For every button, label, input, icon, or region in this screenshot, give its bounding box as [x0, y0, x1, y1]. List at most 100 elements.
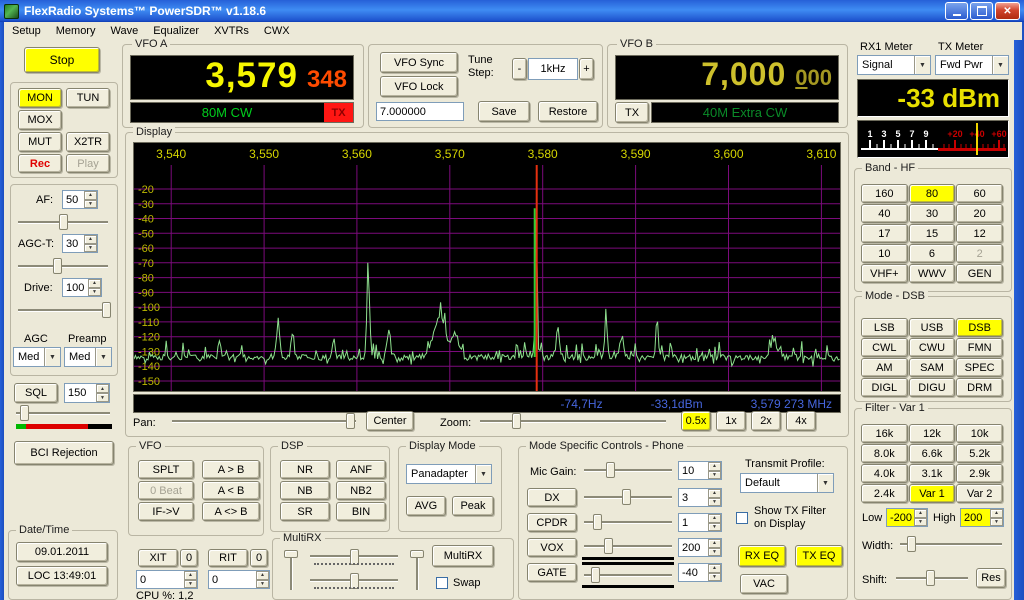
zoom-1x[interactable]: 1x	[716, 411, 746, 431]
filter-31k[interactable]: 3.1k	[908, 464, 956, 483]
vfob-frequency-display[interactable]: 7,000 000	[615, 55, 839, 100]
agct-slider[interactable]	[16, 257, 110, 275]
mic-gain-stepper[interactable]: 10	[678, 461, 722, 480]
vfoa-frequency-display[interactable]: 3,579 348	[130, 55, 354, 100]
mode-drm[interactable]: DRM	[956, 378, 1003, 397]
rit-clear-button[interactable]: 0	[250, 549, 268, 567]
maximize-icon[interactable]	[970, 2, 993, 20]
vfo-sync-button[interactable]: VFO Sync	[380, 52, 458, 73]
menu-memory[interactable]: Memory	[56, 25, 96, 37]
dx-slider[interactable]	[582, 488, 674, 506]
vfo-splt[interactable]: SPLT	[138, 460, 194, 479]
memory-frequency-input[interactable]: 7.000000	[376, 102, 464, 121]
rit-stepper[interactable]: 0	[208, 570, 270, 589]
filter-80k[interactable]: 8.0k	[861, 444, 908, 463]
pan-slider[interactable]	[170, 412, 358, 430]
band-12[interactable]: 12	[956, 224, 1003, 243]
vfo-ab[interactable]: A <> B	[202, 502, 260, 521]
zoom-4x[interactable]: 4x	[786, 411, 816, 431]
band-6[interactable]: 6	[908, 244, 956, 263]
rec-button[interactable]: Rec	[18, 154, 62, 173]
center-button[interactable]: Center	[366, 411, 414, 431]
avg-button[interactable]: AVG	[406, 496, 446, 516]
title-bar[interactable]: FlexRadio Systems™ PowerSDR™ v1.18.6	[0, 0, 1024, 22]
gate-button[interactable]: GATE	[527, 563, 577, 582]
sql-stepper[interactable]: 150	[64, 383, 110, 403]
vac-button[interactable]: VAC	[740, 574, 788, 594]
filter-var2[interactable]: Var 2	[956, 484, 1003, 503]
rx-meter-dropdown[interactable]: Signal	[857, 55, 931, 75]
mode-cwu[interactable]: CWU	[908, 338, 956, 357]
mox-button[interactable]: MOX	[18, 110, 62, 130]
vfo-ab[interactable]: A > B	[202, 460, 260, 479]
menu-equalizer[interactable]: Equalizer	[153, 25, 199, 37]
vfo-lock-button[interactable]: VFO Lock	[380, 76, 458, 97]
band-15[interactable]: 15	[908, 224, 956, 243]
vfob-tx-button[interactable]: TX	[615, 102, 649, 123]
menu-cwx[interactable]: CWX	[264, 25, 290, 37]
af-slider[interactable]	[16, 213, 110, 231]
start-stop-button[interactable]: Stop	[24, 47, 100, 73]
swap-checkbox[interactable]	[436, 577, 448, 589]
xit-stepper[interactable]: 0	[136, 570, 198, 589]
menu-setup[interactable]: Setup	[12, 25, 41, 37]
vox-slider[interactable]	[582, 537, 674, 555]
vfo-ifv[interactable]: IF->V	[138, 502, 194, 521]
mode-cwl[interactable]: CWL	[861, 338, 908, 357]
tx-meter-dropdown[interactable]: Fwd Pwr	[935, 55, 1009, 75]
step-plus-button[interactable]: +	[579, 58, 594, 80]
mode-digl[interactable]: DIGL	[861, 378, 908, 397]
drive-stepper[interactable]: 100	[62, 278, 102, 297]
band-vhf[interactable]: VHF+	[861, 264, 908, 283]
filter-width-slider[interactable]	[898, 535, 1004, 553]
preamp-dropdown[interactable]: Med	[64, 347, 112, 367]
band-gen[interactable]: GEN	[956, 264, 1003, 283]
agc-dropdown[interactable]: Med	[13, 347, 61, 367]
filter-24k[interactable]: 2.4k	[861, 484, 908, 503]
filter-high-stepper[interactable]: 200	[960, 508, 1004, 527]
zoom-05x[interactable]: 0.5x	[681, 411, 711, 431]
filter-16k[interactable]: 16k	[861, 424, 908, 443]
tun-button[interactable]: TUN	[66, 88, 110, 108]
multirx-button[interactable]: MultiRX	[432, 545, 494, 567]
cpdr-stepper[interactable]: 1	[678, 513, 722, 532]
filter-29k[interactable]: 2.9k	[956, 464, 1003, 483]
mode-sam[interactable]: SAM	[908, 358, 956, 377]
menu-xvtrs[interactable]: XVTRs	[214, 25, 249, 37]
dsp-nr[interactable]: NR	[280, 460, 330, 479]
dx-stepper[interactable]: 3	[678, 488, 722, 507]
mode-spec[interactable]: SPEC	[956, 358, 1003, 377]
rx-eq-button[interactable]: RX EQ	[738, 545, 786, 567]
filter-66k[interactable]: 6.6k	[908, 444, 956, 463]
tx-eq-button[interactable]: TX EQ	[795, 545, 843, 567]
mode-usb[interactable]: USB	[908, 318, 956, 337]
vox-stepper[interactable]: 200	[678, 538, 722, 557]
play-button[interactable]: Play	[66, 154, 110, 173]
vox-button[interactable]: VOX	[527, 538, 577, 557]
filter-40k[interactable]: 4.0k	[861, 464, 908, 483]
mode-am[interactable]: AM	[861, 358, 908, 377]
multirx-gain-slider[interactable]	[308, 572, 400, 589]
close-icon[interactable]	[995, 2, 1020, 20]
vfo-ab[interactable]: A < B	[202, 481, 260, 500]
zoom-slider[interactable]	[478, 412, 668, 430]
panadapter-display[interactable]: 3,540 3,550 3,560 3,570 3,580 3,590 3,600 3,610…	[133, 142, 841, 392]
band-10[interactable]: 10	[861, 244, 908, 263]
af-stepper[interactable]: 50	[62, 190, 98, 209]
filter-12k[interactable]: 12k	[908, 424, 956, 443]
show-tx-filter-checkbox[interactable]	[736, 512, 748, 524]
restore-button[interactable]: Restore	[538, 101, 598, 122]
mode-fmn[interactable]: FMN	[956, 338, 1003, 357]
sql-button[interactable]: SQL	[14, 383, 58, 403]
filter-52k[interactable]: 5.2k	[956, 444, 1003, 463]
step-minus-button[interactable]: -	[512, 58, 527, 80]
dx-button[interactable]: DX	[527, 488, 577, 507]
dsp-bin[interactable]: BIN	[336, 502, 386, 521]
multirx-gain-vslider[interactable]	[410, 548, 424, 592]
mode-dsb[interactable]: DSB	[956, 318, 1003, 337]
mon-button[interactable]: MON	[18, 88, 62, 108]
x2tr-button[interactable]: X2TR	[66, 132, 110, 152]
filter-var1[interactable]: Var 1	[908, 484, 956, 503]
minimize-icon[interactable]	[945, 2, 968, 20]
band-160[interactable]: 160	[861, 184, 908, 203]
